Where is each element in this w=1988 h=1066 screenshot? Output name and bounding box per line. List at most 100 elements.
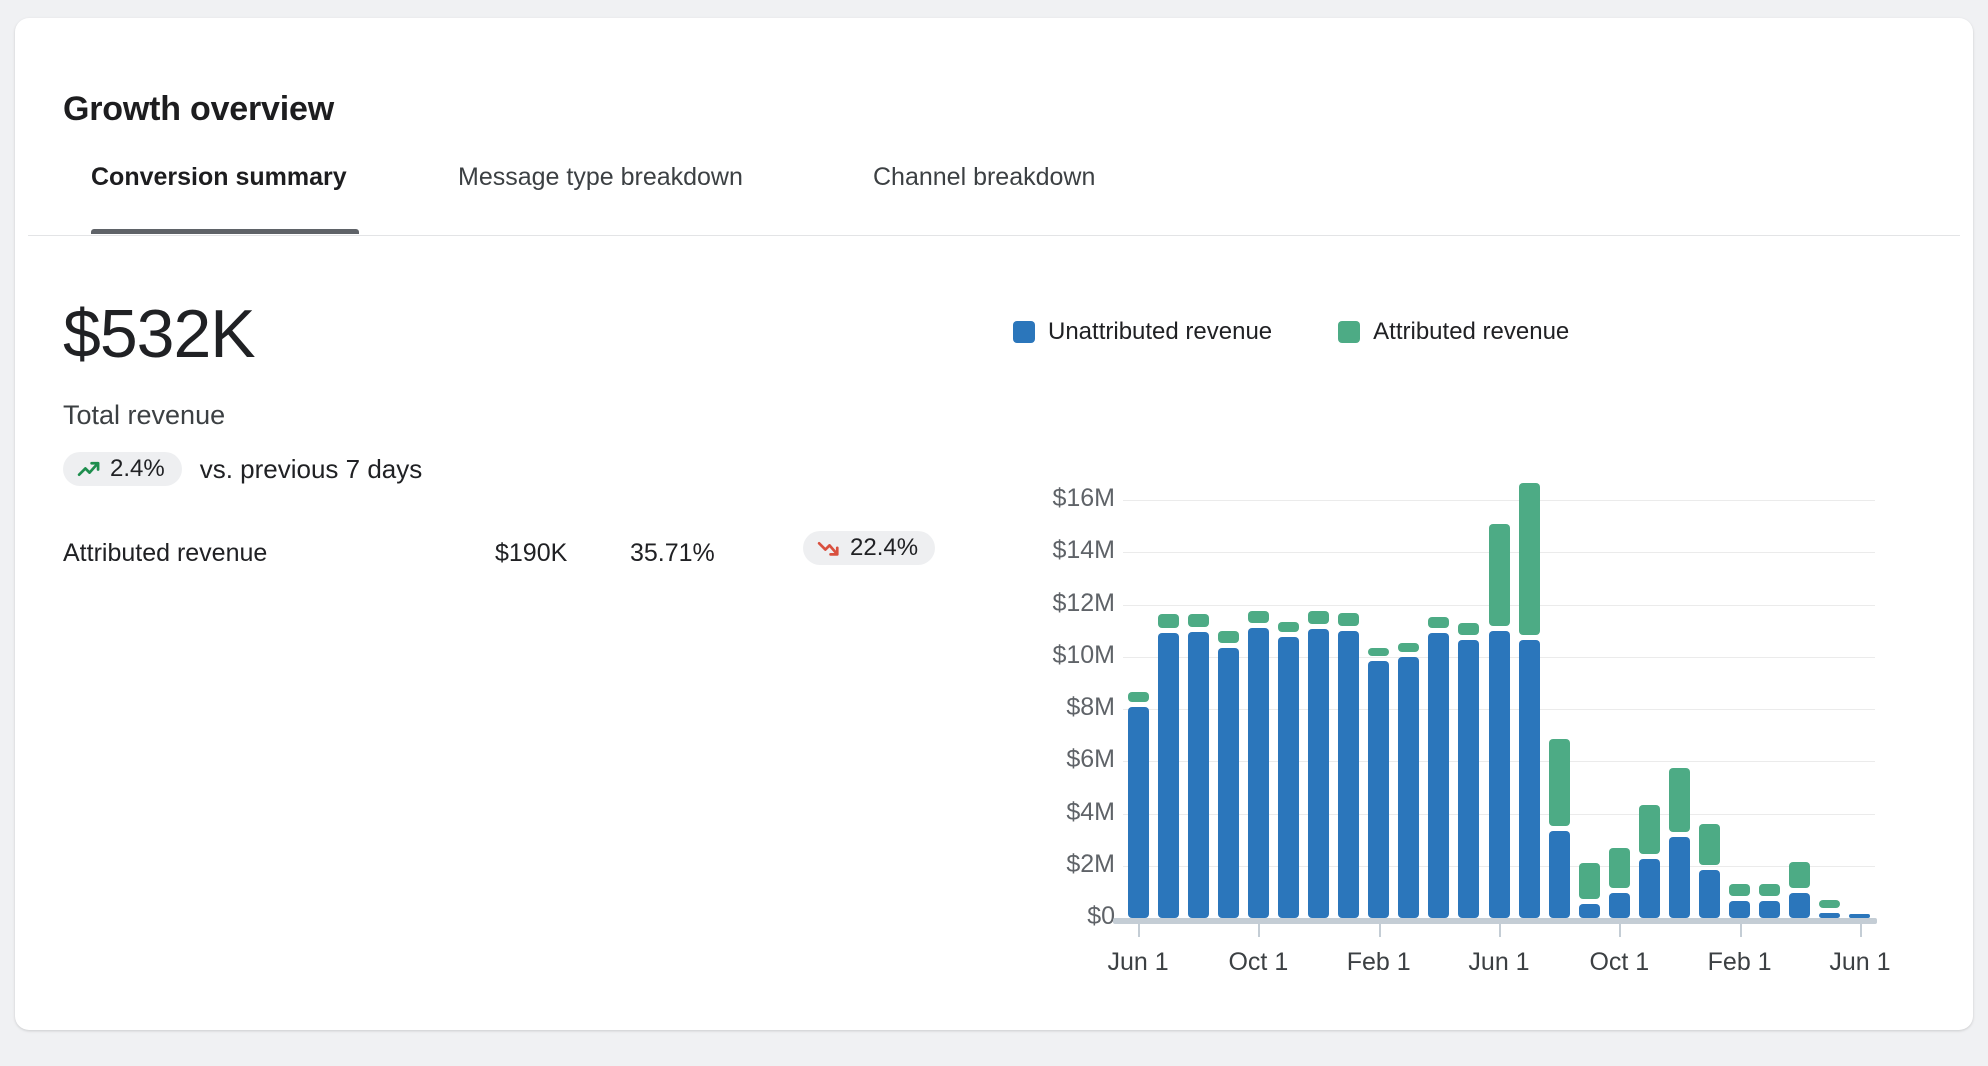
page-title: Growth overview [63,90,334,129]
chart-bar-segment-attributed [1128,692,1149,701]
chart-bar[interactable] [1609,448,1630,918]
metric-percent: 35.71% [630,539,715,568]
y-axis-tick-label: $6M [985,745,1115,774]
growth-overview-card: Growth overview Conversion summary Messa… [15,18,1973,1030]
chart-bar[interactable] [1699,448,1720,918]
chart-bar-segment-attributed [1519,483,1540,634]
chart-bar-segment-attributed [1699,824,1720,864]
tab-bar: Conversion summary Message type breakdow… [15,154,1973,236]
chart-bar-segment-attributed [1579,863,1600,898]
tab-conversion-summary[interactable]: Conversion summary [91,154,359,234]
chart-bar-segment-attributed [1278,622,1299,632]
total-revenue-delta-row: 2.4% vs. previous 7 days [63,446,422,492]
chart-bar-segment-unattributed [1248,628,1269,918]
chart-bar-segment-attributed [1609,848,1630,888]
total-delta-note: vs. previous 7 days [200,454,423,485]
chart-bar[interactable] [1278,448,1299,918]
tab-label: Conversion summary [91,163,347,192]
chart-bar[interactable] [1519,448,1540,918]
chart-bar-segment-attributed [1819,900,1840,908]
chart-bar[interactable] [1549,448,1570,918]
x-axis-tick-label: Jun 1 [1107,948,1168,977]
chart-bar-segment-attributed [1248,611,1269,623]
chart-bar-segment-attributed [1549,739,1570,825]
chart-bar[interactable] [1849,448,1870,918]
tab-active-indicator [458,229,787,234]
status-badge-total-delta: 2.4% [63,452,182,486]
chart-bar[interactable] [1729,448,1750,918]
chart-bar[interactable] [1669,448,1690,918]
tab-active-indicator [91,229,359,234]
y-axis-tick-label: $10M [985,641,1115,670]
x-axis-tick [1740,924,1742,937]
chart-legend: Unattributed revenue Attributed revenue [1013,318,1569,346]
legend-swatch-unattributed [1013,321,1035,343]
chart-bar-segment-attributed [1368,648,1389,656]
chart-bar[interactable] [1128,448,1149,918]
chart-bar-segment-attributed [1789,862,1810,888]
trend-up-arrow-icon [76,457,101,482]
chart-bar[interactable] [1248,448,1269,918]
legend-label-unattributed: Unattributed revenue [1048,318,1272,346]
status-badge-attributed-delta: 22.4% [803,531,935,565]
chart-bar-segment-unattributed [1789,893,1810,918]
chart-bar[interactable] [1218,448,1239,918]
chart-bar-segment-unattributed [1158,633,1179,918]
chart-bar[interactable] [1398,448,1419,918]
chart-bar[interactable] [1338,448,1359,918]
chart-bar[interactable] [1579,448,1600,918]
y-axis-tick-label: $12M [985,589,1115,618]
legend-item-unattributed[interactable]: Unattributed revenue [1013,318,1272,346]
chart-bar-segment-attributed [1338,613,1359,626]
chart-bar-segment-unattributed [1308,629,1329,918]
attributed-delta-value: 22.4% [850,534,918,562]
chart-bar[interactable] [1489,448,1510,918]
chart-bar[interactable] [1308,448,1329,918]
y-axis-tick-label: $2M [985,850,1115,879]
chart-bar-segment-attributed [1428,617,1449,629]
chart-bar-segment-unattributed [1218,648,1239,918]
chart-bar-segment-unattributed [1428,633,1449,918]
x-axis-line [1113,918,1877,924]
legend-item-attributed[interactable]: Attributed revenue [1338,318,1569,346]
chart-bar[interactable] [1759,448,1780,918]
chart-bar-segment-unattributed [1188,632,1209,918]
x-axis-tick-label: Feb 1 [1708,948,1772,977]
y-axis-tick-label: $14M [985,536,1115,565]
chart-bar-segment-unattributed [1729,901,1750,918]
x-axis-tick-label: Oct 1 [1589,948,1649,977]
x-axis-tick [1138,924,1140,937]
chart-bar-segment-unattributed [1609,893,1630,918]
x-axis-tick [1499,924,1501,937]
y-axis-tick-label: $4M [985,798,1115,827]
tab-channel-breakdown[interactable]: Channel breakdown [873,154,1155,234]
tab-label: Message type breakdown [458,163,743,192]
chart-bar[interactable] [1639,448,1660,918]
revenue-bar-chart: Unattributed revenue Attributed revenue … [975,300,1885,990]
chart-bar[interactable] [1158,448,1179,918]
chart-bar-segment-unattributed [1128,707,1149,919]
chart-bar[interactable] [1368,448,1389,918]
y-axis-tick-label: $0 [985,902,1115,931]
tab-message-type-breakdown[interactable]: Message type breakdown [458,154,787,234]
chart-bar[interactable] [1188,448,1209,918]
x-axis-tick [1258,924,1260,937]
legend-label-attributed: Attributed revenue [1373,318,1569,346]
chart-bar[interactable] [1819,448,1840,918]
chart-bar-segment-attributed [1458,623,1479,635]
chart-bar-segment-unattributed [1699,870,1720,918]
chart-bar-segment-attributed [1669,768,1690,832]
chart-bar[interactable] [1428,448,1449,918]
total-revenue-label: Total revenue [63,400,225,431]
trend-down-arrow-icon [816,536,841,561]
tab-label: Channel breakdown [873,163,1095,192]
chart-bar-segment-unattributed [1819,913,1840,918]
chart-bar-segment-unattributed [1579,904,1600,918]
chart-bar[interactable] [1789,448,1810,918]
chart-bar[interactable] [1458,448,1479,918]
chart-bar-segment-unattributed [1669,837,1690,918]
chart-bar-segment-unattributed [1519,640,1540,918]
x-axis-tick-label: Feb 1 [1347,948,1411,977]
chart-plot-area: $0$2M$4M$6M$8M$10M$12M$14M$16MJun 1Oct 1… [1123,448,1875,918]
chart-bar-segment-unattributed [1849,914,1870,918]
